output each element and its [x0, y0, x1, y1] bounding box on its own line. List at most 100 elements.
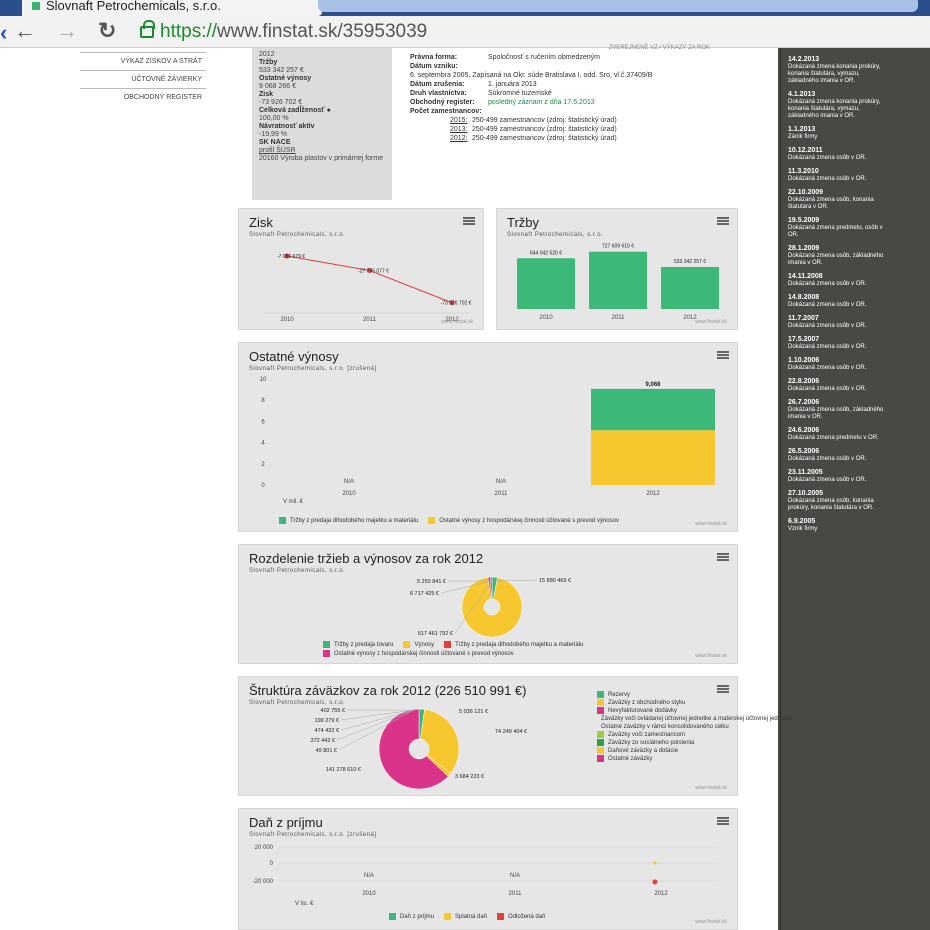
data-label: 474 432 € — [315, 728, 339, 734]
legend-swatch — [323, 650, 330, 657]
event-item[interactable]: 1.1.2013 Zánik firmy — [788, 126, 884, 141]
event-item[interactable]: 17.5.2007 Dokázaná zmena osôb v OR. — [788, 336, 884, 351]
legend-label: Záväzky voči zamestnancom — [608, 731, 686, 738]
event-date: 19.5.2009 — [788, 217, 820, 224]
nace-label: SK NACE — [259, 139, 291, 146]
employee-year-link[interactable]: 2015: — [450, 116, 472, 125]
event-item[interactable]: 22.10.2009 Dokázaná zmena osôb, konania š… — [788, 189, 884, 211]
splatna-dan-point — [653, 861, 657, 865]
event-item[interactable]: 19.5.2009 Dokázaná zmena predmetu, osôb v… — [788, 217, 884, 239]
nav-item[interactable]: OBCHODNÝ REGISTER — [80, 88, 206, 106]
credit: www.finstat.sk — [441, 319, 473, 325]
tick-label: 2012 — [646, 491, 660, 497]
legend-item[interactable]: Rezervy — [597, 691, 707, 698]
legend-swatch — [597, 739, 604, 746]
employee-year-link[interactable]: 2012: — [450, 134, 472, 143]
y-unit: V mil. € — [283, 499, 304, 505]
event-text: Vznik firmy — [788, 526, 818, 532]
legend-swatch — [597, 755, 604, 762]
event-item[interactable]: 26.7.2006 Dokázaná zmena osôb, základného… — [788, 399, 884, 421]
event-text: Dokázaná zmena osôb v OR. — [788, 302, 867, 308]
legend-item[interactable]: Nevyfakturované dodávky — [597, 707, 707, 714]
event-date: 14.8.2008 — [788, 294, 820, 301]
favicon-icon — [32, 2, 40, 10]
back-icon[interactable]: ← — [14, 19, 36, 43]
data-label: 727 609 615 € — [602, 244, 634, 250]
event-item[interactable]: 22.8.2006 Dokázaná zmena osôb v OR. — [788, 378, 884, 393]
legend: Tržby z predaja dlhodobého majetku a mat… — [279, 517, 619, 524]
data-label: 533 342 257 € — [674, 259, 706, 265]
legend-item[interactable]: Ostatné záväzky v rámci konsolidovaného … — [597, 723, 729, 730]
employee-year-link[interactable]: 2013: — [450, 125, 472, 134]
event-item[interactable]: 1.10.2006 Dokázaná zmena osôb v OR. — [788, 357, 884, 372]
legend-item[interactable]: Záväzky voči zamestnancom — [597, 731, 707, 738]
legend-item[interactable]: Daň z príjmu — [389, 913, 434, 920]
legend: Tržby z predaja tovaru Výnosy Tržby z pred… — [323, 641, 683, 657]
odlozena-dan-point — [652, 879, 658, 885]
browser-tab[interactable]: Slovnaft Petrochemicals, s.r.o. — [22, 0, 322, 16]
legend-item[interactable]: Záväzky zo sociálneho poistenia — [597, 739, 707, 746]
legend-item[interactable]: Záväzky voči ovládanej účtovnej jednotke… — [597, 715, 792, 722]
event-item[interactable]: 14.11.2008 Dokázaná zmena osôb v OR. — [788, 273, 884, 288]
legend-item[interactable]: Výnosy — [403, 641, 434, 648]
register-link[interactable]: posledný záznam z dňa 17.5.2013 — [488, 98, 595, 107]
new-tab-area[interactable] — [318, 0, 918, 12]
event-item[interactable]: 6.9.2005 Vznik firmy — [788, 518, 884, 533]
dissolved-value: 1. januára 2013 — [488, 81, 537, 88]
event-date: 27.10.2005 — [788, 490, 824, 497]
event-text: Dokázaná zmena osôb, konania štatutára v… — [788, 197, 874, 210]
legend-item[interactable]: Tržby z predaja dlhodobého majetku a mat… — [444, 641, 583, 648]
nav-item[interactable]: ÚČTOVNÉ ZÁVIERKY — [80, 70, 206, 88]
legend-item[interactable]: Odložená daň — [497, 913, 545, 920]
legend-label: Tržby z predaja tovaru — [334, 641, 394, 648]
legend-item[interactable]: Splatná daň — [444, 913, 487, 920]
employee-row: 2015: 250-499 zamestnancov (zdroj: štatis… — [410, 116, 770, 125]
address-bar[interactable]: https://www.finstat.sk/35953039 — [140, 19, 920, 45]
event-item[interactable]: 14.8.2008 Dokázaná zmena osôb v OR. — [788, 294, 884, 309]
tick-label: 2011 — [363, 317, 377, 323]
reload-icon[interactable]: ↻ — [98, 19, 116, 43]
event-date: 11.3.2010 — [788, 168, 819, 175]
legend-item[interactable]: Tržby z predaja tovaru — [323, 641, 393, 648]
event-item[interactable]: 4.1.2013 Dokázaná zmena konania prokúry, … — [788, 91, 884, 120]
nace-profile-link[interactable]: profil ŠÚSR — [259, 147, 385, 155]
legend-item[interactable]: Daňové záväzky a dotácie — [597, 747, 707, 754]
legend-item[interactable]: Ostatné výnosy z hospodárskej činnosti ú… — [323, 650, 514, 657]
bar-segment — [591, 430, 715, 485]
legend-item[interactable]: Ostatné výnosy z hospodárskej činnosti ú… — [428, 517, 619, 524]
legend: Daň z príjmu Splatná daň Odložená daň — [389, 913, 545, 920]
events-panel: 14.2.2013 Dokázaná zmena konania prokúry,… — [778, 48, 930, 930]
event-item[interactable]: 24.6.2006 Dokázaná zmena predmetu v OR. — [788, 427, 884, 442]
legend-label: Tržby z predaja dlhodobého majetku a mat… — [455, 641, 584, 648]
legend-item[interactable]: Tržby z predaja dlhodobého majetku a mat… — [279, 517, 418, 524]
legend-item[interactable]: Ostatné záväzky — [597, 755, 707, 762]
event-date: 22.10.2009 — [788, 189, 824, 196]
data-label: 6 717 425 € — [410, 591, 439, 597]
nav-item[interactable]: VÝKAZ ZISKOV A STRÁT — [80, 52, 206, 70]
event-item[interactable]: 26.5.2006 Dokázaná zmena osôb v OR. — [788, 448, 884, 463]
dissolved-label: Dátum zrušenia: — [410, 81, 465, 88]
chart-ostatne-vynosy: Ostatné výnosy Slovnaft Petrochemicals, … — [238, 342, 738, 532]
debt-label: Celková zadĺženosť ● — [259, 107, 331, 114]
timeline-line — [780, 48, 781, 930]
forward-icon[interactable]: → — [56, 19, 78, 43]
y-tick: 0 — [261, 483, 265, 489]
info-icon[interactable]: ● — [327, 107, 331, 114]
na-label: N/A — [344, 479, 354, 485]
data-label: -7 080 679 € — [277, 254, 305, 260]
event-text: Zánik firmy — [788, 134, 818, 140]
legal-form-label: Právna forma: — [410, 54, 458, 61]
event-item[interactable]: 11.3.2010 Dokázaná zmena osôb v OR. — [788, 168, 884, 183]
revenue-value: 533 342 257 € — [259, 67, 304, 74]
event-item[interactable]: 27.10.2005 Dokázaná zmena osôb, konania p… — [788, 490, 884, 512]
event-item[interactable]: 28.1.2009 Dokázaná zmena osôb, základného… — [788, 245, 884, 267]
na-label: N/A — [496, 479, 506, 485]
event-item[interactable]: 10.12.2011 Dokázaná zmena osôb v OR. — [788, 147, 884, 162]
legend-item[interactable]: Záväzky z obchodného styku — [597, 699, 707, 706]
event-item[interactable]: 14.2.2013 Dokázaná zmena konania prokúry,… — [788, 56, 884, 85]
event-item[interactable]: 23.11.2005 Dokázaná zmena osôb v OR. — [788, 469, 884, 484]
event-item[interactable]: 11.7.2007 Dokázaná zmena osôb v OR. — [788, 315, 884, 330]
profit-label: Zisk — [259, 91, 274, 98]
legend-label: Záväzky z obchodného styku — [608, 699, 686, 706]
event-date: 28.1.2009 — [788, 245, 820, 252]
